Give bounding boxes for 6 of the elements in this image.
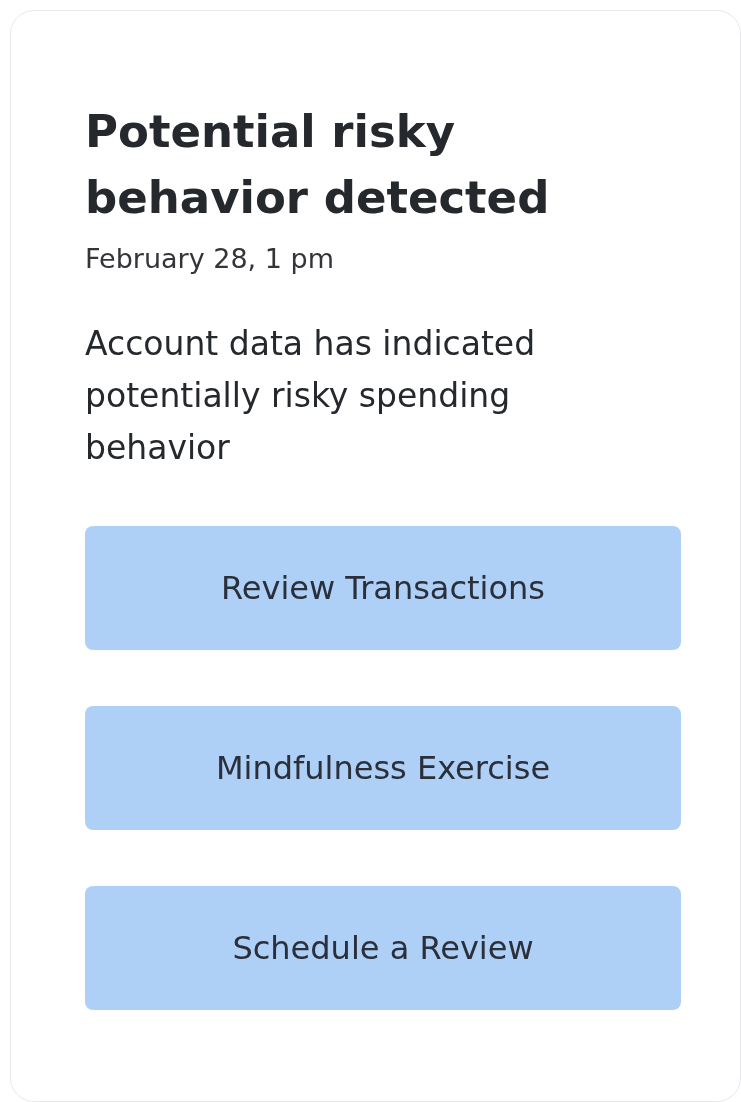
action-button[interactable]: Schedule a Review — [85, 886, 681, 1010]
action-button[interactable]: Mindfulness Exercise — [85, 706, 681, 830]
alert-timestamp: February 28, 1 pm — [85, 243, 335, 274]
alert-title: Potential risky behavior detected — [85, 104, 551, 226]
action-button[interactable]: Review Transactions — [85, 526, 681, 650]
alert-message: Account data has indicated potentially risky spending behavior — [85, 323, 537, 469]
